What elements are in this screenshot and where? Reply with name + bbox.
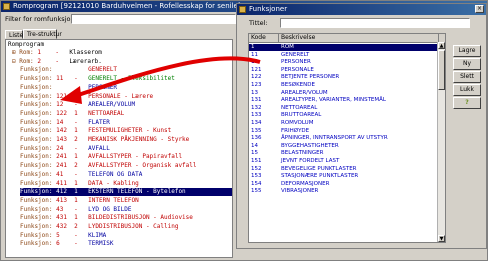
drag-arrow-head <box>60 86 82 104</box>
drag-arrow-icon <box>60 56 261 104</box>
drag-arrow-path <box>74 56 261 98</box>
